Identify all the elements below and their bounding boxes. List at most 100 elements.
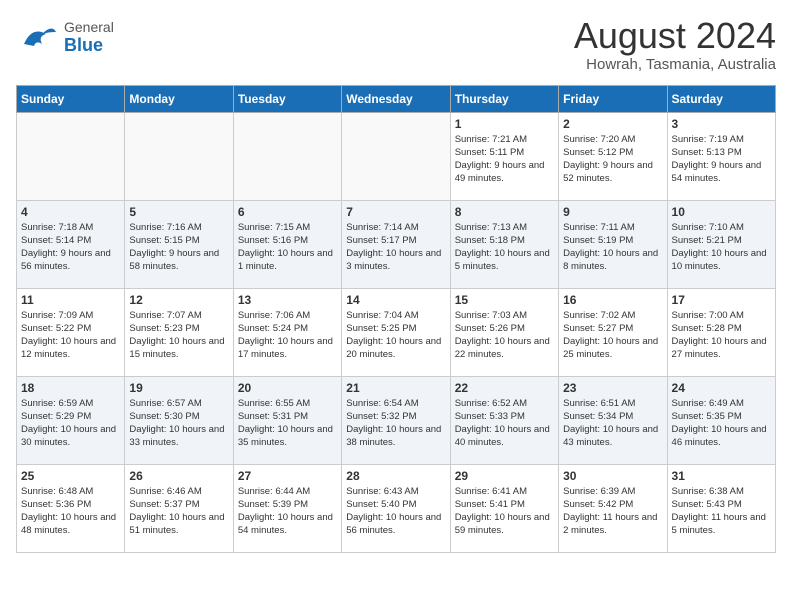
day-info: Sunrise: 7:02 AMSunset: 5:27 PMDaylight:… [563,309,662,362]
calendar-week-row: 25 Sunrise: 6:48 AMSunset: 5:36 PMDayligh… [17,464,776,552]
day-info: Sunrise: 7:09 AMSunset: 5:22 PMDaylight:… [21,309,120,362]
day-number: 5 [129,205,228,219]
day-info: Sunrise: 7:21 AMSunset: 5:11 PMDaylight:… [455,133,554,186]
logo: General Blue [16,16,114,60]
table-row: 12 Sunrise: 7:07 AMSunset: 5:23 PMDayligh… [125,288,233,376]
table-row: 8 Sunrise: 7:13 AMSunset: 5:18 PMDaylight… [450,200,558,288]
month-year-title: August 2024 [574,16,776,56]
table-row: 20 Sunrise: 6:55 AMSunset: 5:31 PMDayligh… [233,376,341,464]
day-info: Sunrise: 6:55 AMSunset: 5:31 PMDaylight:… [238,397,337,450]
day-number: 17 [672,293,771,307]
day-number: 20 [238,381,337,395]
logo-bird-icon [16,16,60,60]
day-number: 16 [563,293,662,307]
day-number: 18 [21,381,120,395]
logo-text: General Blue [64,20,114,55]
col-tuesday: Tuesday [233,85,341,112]
table-row: 11 Sunrise: 7:09 AMSunset: 5:22 PMDayligh… [17,288,125,376]
table-row: 4 Sunrise: 7:18 AMSunset: 5:14 PMDaylight… [17,200,125,288]
table-row: 28 Sunrise: 6:43 AMSunset: 5:40 PMDayligh… [342,464,450,552]
day-number: 12 [129,293,228,307]
day-number: 24 [672,381,771,395]
table-row: 9Sunrise: 7:11 AMSunset: 5:19 PMDaylight… [559,200,667,288]
day-number: 4 [21,205,120,219]
day-info: Sunrise: 6:43 AMSunset: 5:40 PMDaylight:… [346,485,445,538]
day-number: 2 [563,117,662,131]
day-number: 30 [563,469,662,483]
day-info: Sunrise: 6:38 AMSunset: 5:43 PMDaylight:… [672,485,771,538]
table-row: 15 Sunrise: 7:03 AMSunset: 5:26 PMDayligh… [450,288,558,376]
table-row: 2Sunrise: 7:20 AMSunset: 5:12 PMDaylight… [559,112,667,200]
col-sunday: Sunday [17,85,125,112]
table-row: 26 Sunrise: 6:46 AMSunset: 5:37 PMDayligh… [125,464,233,552]
day-info: Sunrise: 7:04 AMSunset: 5:25 PMDaylight:… [346,309,445,362]
day-info: Sunrise: 6:52 AMSunset: 5:33 PMDaylight:… [455,397,554,450]
day-number: 25 [21,469,120,483]
day-info: Sunrise: 7:19 AMSunset: 5:13 PMDaylight:… [672,133,771,186]
table-row: 5 Sunrise: 7:16 AMSunset: 5:15 PMDaylight… [125,200,233,288]
day-number: 21 [346,381,445,395]
day-number: 10 [672,205,771,219]
table-row: 17 Sunrise: 7:00 AMSunset: 5:28 PMDayligh… [667,288,775,376]
day-info: Sunrise: 7:13 AMSunset: 5:18 PMDaylight:… [455,221,554,274]
day-info: Sunrise: 7:18 AMSunset: 5:14 PMDaylight:… [21,221,120,274]
day-info: Sunrise: 6:54 AMSunset: 5:32 PMDaylight:… [346,397,445,450]
day-number: 9 [563,205,662,219]
day-info: Sunrise: 7:00 AMSunset: 5:28 PMDaylight:… [672,309,771,362]
table-row: 13Sunrise: 7:06 AMSunset: 5:24 PMDayligh… [233,288,341,376]
day-number: 11 [21,293,120,307]
day-info: Sunrise: 7:07 AMSunset: 5:23 PMDaylight:… [129,309,228,362]
day-number: 6 [238,205,337,219]
day-info: Sunrise: 6:49 AMSunset: 5:35 PMDaylight:… [672,397,771,450]
day-info: Sunrise: 7:03 AMSunset: 5:26 PMDaylight:… [455,309,554,362]
col-friday: Friday [559,85,667,112]
day-info: Sunrise: 6:48 AMSunset: 5:36 PMDaylight:… [21,485,120,538]
table-row: 3Sunrise: 7:19 AMSunset: 5:13 PMDaylight… [667,112,775,200]
table-row: 30 Sunrise: 6:39 AMSunset: 5:42 PMDayligh… [559,464,667,552]
day-number: 13 [238,293,337,307]
col-wednesday: Wednesday [342,85,450,112]
table-row [342,112,450,200]
day-number: 15 [455,293,554,307]
table-row: 22 Sunrise: 6:52 AMSunset: 5:33 PMDayligh… [450,376,558,464]
logo-general: General [64,20,114,35]
calendar-week-row: 11 Sunrise: 7:09 AMSunset: 5:22 PMDayligh… [17,288,776,376]
table-row: 19Sunrise: 6:57 AMSunset: 5:30 PMDayligh… [125,376,233,464]
table-row: 14Sunrise: 7:04 AMSunset: 5:25 PMDayligh… [342,288,450,376]
day-info: Sunrise: 7:14 AMSunset: 5:17 PMDaylight:… [346,221,445,274]
table-row: 27Sunrise: 6:44 AMSunset: 5:39 PMDayligh… [233,464,341,552]
table-row: 25 Sunrise: 6:48 AMSunset: 5:36 PMDayligh… [17,464,125,552]
table-row: 29Sunrise: 6:41 AMSunset: 5:41 PMDayligh… [450,464,558,552]
day-info: Sunrise: 7:10 AMSunset: 5:21 PMDaylight:… [672,221,771,274]
day-number: 31 [672,469,771,483]
day-info: Sunrise: 6:39 AMSunset: 5:42 PMDaylight:… [563,485,662,538]
calendar-week-row: 18 Sunrise: 6:59 AMSunset: 5:29 PMDayligh… [17,376,776,464]
day-number: 28 [346,469,445,483]
day-number: 7 [346,205,445,219]
table-row: 6 Sunrise: 7:15 AMSunset: 5:16 PMDaylight… [233,200,341,288]
table-row: 16 Sunrise: 7:02 AMSunset: 5:27 PMDayligh… [559,288,667,376]
col-saturday: Saturday [667,85,775,112]
day-info: Sunrise: 6:41 AMSunset: 5:41 PMDaylight:… [455,485,554,538]
table-row: 18 Sunrise: 6:59 AMSunset: 5:29 PMDayligh… [17,376,125,464]
table-row: 21 Sunrise: 6:54 AMSunset: 5:32 PMDayligh… [342,376,450,464]
day-info: Sunrise: 7:15 AMSunset: 5:16 PMDaylight:… [238,221,337,274]
table-row: 23Sunrise: 6:51 AMSunset: 5:34 PMDayligh… [559,376,667,464]
table-row: 24 Sunrise: 6:49 AMSunset: 5:35 PMDayligh… [667,376,775,464]
col-monday: Monday [125,85,233,112]
page-header: General Blue August 2024 Howrah, Tasmani… [16,16,776,73]
location-subtitle: Howrah, Tasmania, Australia [574,56,776,73]
table-row: 7 Sunrise: 7:14 AMSunset: 5:17 PMDaylight… [342,200,450,288]
day-info: Sunrise: 7:16 AMSunset: 5:15 PMDaylight:… [129,221,228,274]
calendar-week-row: 4 Sunrise: 7:18 AMSunset: 5:14 PMDaylight… [17,200,776,288]
day-info: Sunrise: 6:59 AMSunset: 5:29 PMDaylight:… [21,397,120,450]
table-row: 1Sunrise: 7:21 AMSunset: 5:11 PMDaylight… [450,112,558,200]
day-number: 8 [455,205,554,219]
day-number: 22 [455,381,554,395]
table-row: 31 Sunrise: 6:38 AMSunset: 5:43 PMDayligh… [667,464,775,552]
day-number: 26 [129,469,228,483]
day-number: 23 [563,381,662,395]
day-number: 27 [238,469,337,483]
logo-blue: Blue [64,36,114,56]
day-info: Sunrise: 6:46 AMSunset: 5:37 PMDaylight:… [129,485,228,538]
